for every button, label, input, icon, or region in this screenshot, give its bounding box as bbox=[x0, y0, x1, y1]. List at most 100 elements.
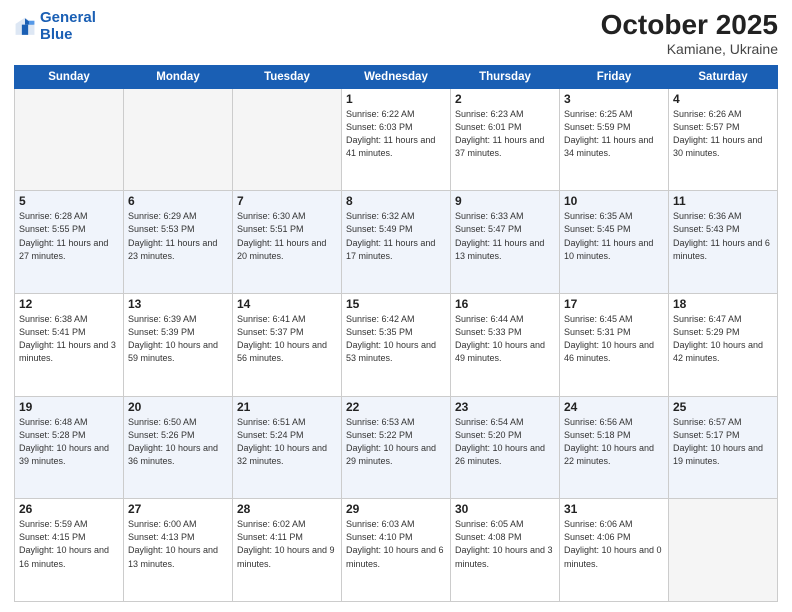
table-row: 4 Sunrise: 6:26 AM Sunset: 5:57 PM Daylig… bbox=[669, 88, 778, 191]
table-row: 27Sunrise: 6:00 AM Sunset: 4:13 PM Dayli… bbox=[124, 499, 233, 602]
day-number: 14 bbox=[237, 297, 337, 311]
col-friday: Friday bbox=[560, 65, 669, 88]
table-row: 10Sunrise: 6:35 AM Sunset: 5:45 PM Dayli… bbox=[560, 191, 669, 294]
day-info: Sunrise: 6:38 AM Sunset: 5:41 PM Dayligh… bbox=[19, 313, 119, 365]
day-info: Sunrise: 6:41 AM Sunset: 5:37 PM Dayligh… bbox=[237, 313, 337, 365]
day-info: Sunrise: 6:22 AM Sunset: 6:03 PM Dayligh… bbox=[346, 108, 446, 160]
table-row: 20Sunrise: 6:50 AM Sunset: 5:26 PM Dayli… bbox=[124, 396, 233, 499]
table-row: 28Sunrise: 6:02 AM Sunset: 4:11 PM Dayli… bbox=[233, 499, 342, 602]
table-row: 19 Sunrise: 6:48 AM Sunset: 5:28 PM Dayli… bbox=[15, 396, 124, 499]
table-row: 2 Sunrise: 6:23 AM Sunset: 6:01 PM Daylig… bbox=[451, 88, 560, 191]
day-info: Sunrise: 6:56 AM Sunset: 5:18 PM Dayligh… bbox=[564, 416, 664, 468]
day-info: Sunrise: 6:29 AM Sunset: 5:53 PM Dayligh… bbox=[128, 210, 228, 262]
table-row: 9 Sunrise: 6:33 AM Sunset: 5:47 PM Daylig… bbox=[451, 191, 560, 294]
table-row: 21Sunrise: 6:51 AM Sunset: 5:24 PM Dayli… bbox=[233, 396, 342, 499]
day-number: 10 bbox=[564, 194, 664, 208]
day-info: Sunrise: 6:45 AM Sunset: 5:31 PM Dayligh… bbox=[564, 313, 664, 365]
calendar-week-row: 19 Sunrise: 6:48 AM Sunset: 5:28 PM Dayli… bbox=[15, 396, 778, 499]
table-row: 30Sunrise: 6:05 AM Sunset: 4:08 PM Dayli… bbox=[451, 499, 560, 602]
day-info: Sunrise: 6:23 AM Sunset: 6:01 PM Dayligh… bbox=[455, 108, 555, 160]
day-info: Sunrise: 6:42 AM Sunset: 5:35 PM Dayligh… bbox=[346, 313, 446, 365]
page: General Blue October 2025 Kamiane, Ukrai… bbox=[0, 0, 792, 612]
logo: General Blue bbox=[14, 10, 96, 43]
table-row bbox=[233, 88, 342, 191]
day-info: Sunrise: 6:02 AM Sunset: 4:11 PM Dayligh… bbox=[237, 518, 337, 570]
table-row: 7 Sunrise: 6:30 AM Sunset: 5:51 PM Daylig… bbox=[233, 191, 342, 294]
table-row: 3Sunrise: 6:25 AM Sunset: 5:59 PM Daylig… bbox=[560, 88, 669, 191]
table-row: 8Sunrise: 6:32 AM Sunset: 5:49 PM Daylig… bbox=[342, 191, 451, 294]
table-row: 24 Sunrise: 6:56 AM Sunset: 5:18 PM Dayli… bbox=[560, 396, 669, 499]
day-number: 18 bbox=[673, 297, 773, 311]
logo-line2: Blue bbox=[40, 26, 73, 43]
day-number: 3 bbox=[564, 92, 664, 106]
day-number: 15 bbox=[346, 297, 446, 311]
day-number: 20 bbox=[128, 400, 228, 414]
day-number: 16 bbox=[455, 297, 555, 311]
table-row: 26Sunrise: 5:59 AM Sunset: 4:15 PM Dayli… bbox=[15, 499, 124, 602]
day-number: 24 bbox=[564, 400, 664, 414]
location-subtitle: Kamiane, Ukraine bbox=[601, 41, 778, 57]
table-row: 18Sunrise: 6:47 AM Sunset: 5:29 PM Dayli… bbox=[669, 294, 778, 397]
calendar-week-row: 12Sunrise: 6:38 AM Sunset: 5:41 PM Dayli… bbox=[15, 294, 778, 397]
table-row: 11 Sunrise: 6:36 AM Sunset: 5:43 PM Dayli… bbox=[669, 191, 778, 294]
table-row: 1 Sunrise: 6:22 AM Sunset: 6:03 PM Daylig… bbox=[342, 88, 451, 191]
day-info: Sunrise: 6:03 AM Sunset: 4:10 PM Dayligh… bbox=[346, 518, 446, 570]
day-number: 9 bbox=[455, 194, 555, 208]
table-row bbox=[669, 499, 778, 602]
table-row: 13Sunrise: 6:39 AM Sunset: 5:39 PM Dayli… bbox=[124, 294, 233, 397]
col-tuesday: Tuesday bbox=[233, 65, 342, 88]
day-number: 27 bbox=[128, 502, 228, 516]
day-info: Sunrise: 6:33 AM Sunset: 5:47 PM Dayligh… bbox=[455, 210, 555, 262]
day-number: 6 bbox=[128, 194, 228, 208]
table-row: 12Sunrise: 6:38 AM Sunset: 5:41 PM Dayli… bbox=[15, 294, 124, 397]
day-info: Sunrise: 6:06 AM Sunset: 4:06 PM Dayligh… bbox=[564, 518, 664, 570]
day-info: Sunrise: 6:32 AM Sunset: 5:49 PM Dayligh… bbox=[346, 210, 446, 262]
col-sunday: Sunday bbox=[15, 65, 124, 88]
day-info: Sunrise: 6:30 AM Sunset: 5:51 PM Dayligh… bbox=[237, 210, 337, 262]
day-info: Sunrise: 6:48 AM Sunset: 5:28 PM Dayligh… bbox=[19, 416, 119, 468]
calendar-week-row: 1 Sunrise: 6:22 AM Sunset: 6:03 PM Daylig… bbox=[15, 88, 778, 191]
calendar-week-row: 5 Sunrise: 6:28 AM Sunset: 5:55 PM Daylig… bbox=[15, 191, 778, 294]
day-number: 4 bbox=[673, 92, 773, 106]
day-number: 7 bbox=[237, 194, 337, 208]
logo-text: General Blue bbox=[40, 10, 96, 43]
table-row: 5 Sunrise: 6:28 AM Sunset: 5:55 PM Daylig… bbox=[15, 191, 124, 294]
day-info: Sunrise: 6:28 AM Sunset: 5:55 PM Dayligh… bbox=[19, 210, 119, 262]
table-row: 16 Sunrise: 6:44 AM Sunset: 5:33 PM Dayli… bbox=[451, 294, 560, 397]
table-row: 29Sunrise: 6:03 AM Sunset: 4:10 PM Dayli… bbox=[342, 499, 451, 602]
logo-line1: General bbox=[40, 9, 96, 26]
day-info: Sunrise: 6:26 AM Sunset: 5:57 PM Dayligh… bbox=[673, 108, 773, 160]
day-info: Sunrise: 6:05 AM Sunset: 4:08 PM Dayligh… bbox=[455, 518, 555, 570]
day-info: Sunrise: 6:53 AM Sunset: 5:22 PM Dayligh… bbox=[346, 416, 446, 468]
header: General Blue October 2025 Kamiane, Ukrai… bbox=[14, 10, 778, 57]
day-info: Sunrise: 6:51 AM Sunset: 5:24 PM Dayligh… bbox=[237, 416, 337, 468]
col-saturday: Saturday bbox=[669, 65, 778, 88]
header-row: Sunday Monday Tuesday Wednesday Thursday… bbox=[15, 65, 778, 88]
day-info: Sunrise: 6:36 AM Sunset: 5:43 PM Dayligh… bbox=[673, 210, 773, 262]
day-number: 17 bbox=[564, 297, 664, 311]
col-thursday: Thursday bbox=[451, 65, 560, 88]
logo-icon bbox=[14, 16, 36, 38]
day-info: Sunrise: 6:39 AM Sunset: 5:39 PM Dayligh… bbox=[128, 313, 228, 365]
day-info: Sunrise: 6:57 AM Sunset: 5:17 PM Dayligh… bbox=[673, 416, 773, 468]
col-monday: Monday bbox=[124, 65, 233, 88]
day-number: 19 bbox=[19, 400, 119, 414]
day-number: 11 bbox=[673, 194, 773, 208]
table-row: 31 Sunrise: 6:06 AM Sunset: 4:06 PM Dayli… bbox=[560, 499, 669, 602]
title-block: October 2025 Kamiane, Ukraine bbox=[601, 10, 778, 57]
table-row: 14 Sunrise: 6:41 AM Sunset: 5:37 PM Dayli… bbox=[233, 294, 342, 397]
day-info: Sunrise: 6:44 AM Sunset: 5:33 PM Dayligh… bbox=[455, 313, 555, 365]
day-number: 31 bbox=[564, 502, 664, 516]
day-number: 2 bbox=[455, 92, 555, 106]
table-row: 17 Sunrise: 6:45 AM Sunset: 5:31 PM Dayli… bbox=[560, 294, 669, 397]
table-row: 23Sunrise: 6:54 AM Sunset: 5:20 PM Dayli… bbox=[451, 396, 560, 499]
table-row: 22Sunrise: 6:53 AM Sunset: 5:22 PM Dayli… bbox=[342, 396, 451, 499]
table-row: 15 Sunrise: 6:42 AM Sunset: 5:35 PM Dayli… bbox=[342, 294, 451, 397]
day-number: 23 bbox=[455, 400, 555, 414]
day-number: 5 bbox=[19, 194, 119, 208]
day-number: 25 bbox=[673, 400, 773, 414]
table-row: 6 Sunrise: 6:29 AM Sunset: 5:53 PM Daylig… bbox=[124, 191, 233, 294]
table-row bbox=[124, 88, 233, 191]
day-number: 1 bbox=[346, 92, 446, 106]
day-info: Sunrise: 5:59 AM Sunset: 4:15 PM Dayligh… bbox=[19, 518, 119, 570]
